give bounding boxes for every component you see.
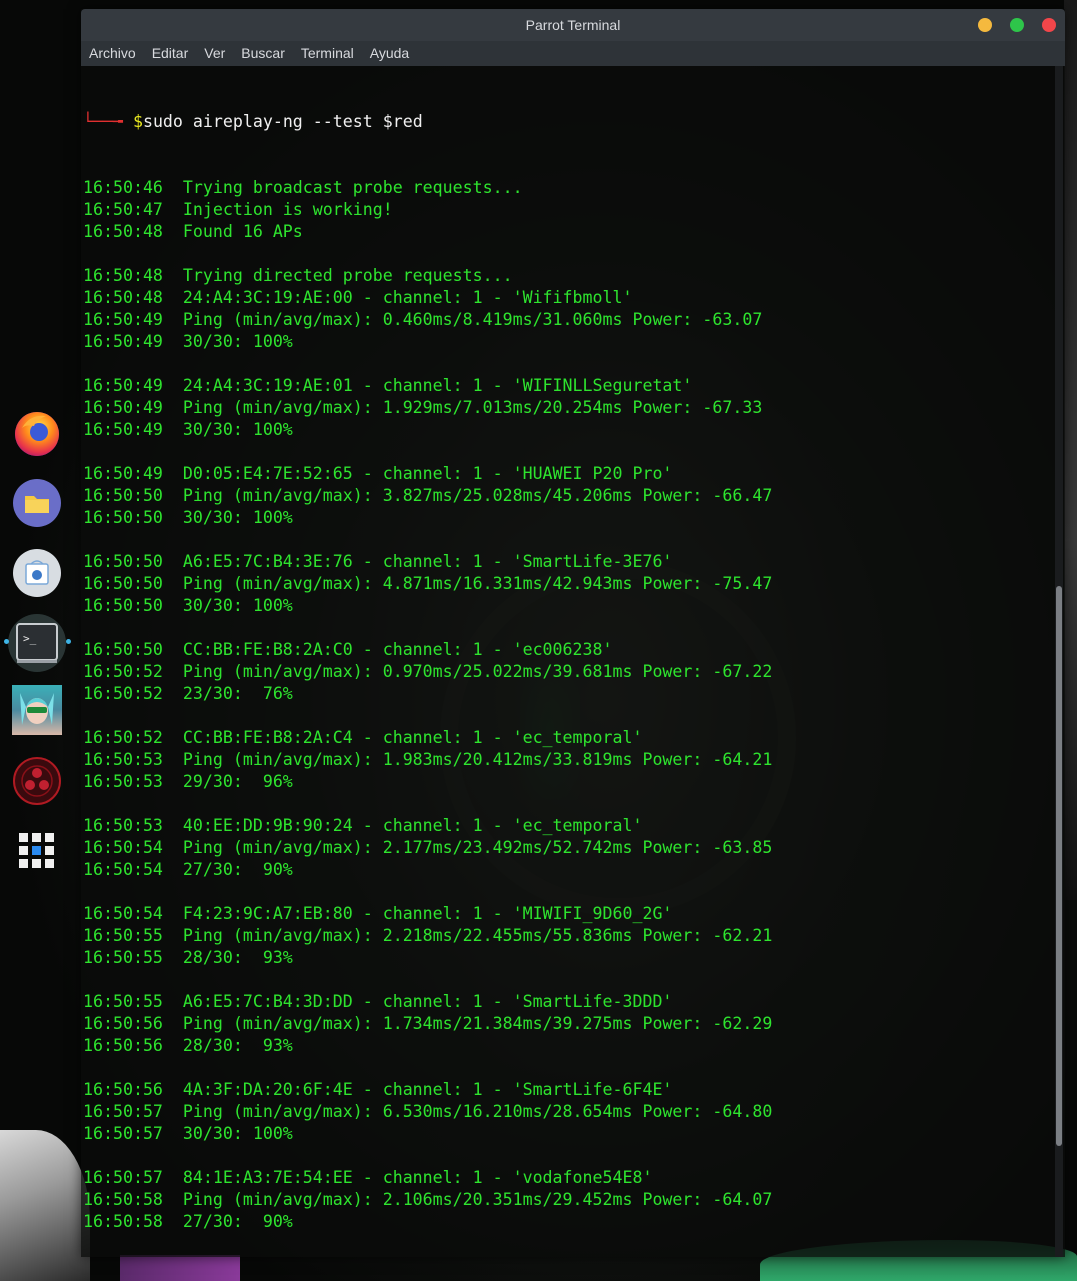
terminal-lines: └──╼ $sudo aireplay-ng --test $red 16:50… bbox=[83, 67, 772, 1257]
desktop: >_ Parrot Terminal Archivo Editar Ver Bu… bbox=[0, 0, 1077, 1281]
terminal-line: 16:50:53 40:EE:DD:9B:90:24 - channel: 1 … bbox=[83, 816, 643, 835]
terminal-line: 16:50:58 A6:E5:7C:B4:3C:D6 - channel: 1 … bbox=[83, 1255, 772, 1257]
terminal-line: 16:50:53 29/30: 96% bbox=[83, 772, 293, 791]
terminal-line: 16:50:49 30/30: 100% bbox=[83, 332, 293, 351]
dock-item-app-grid[interactable] bbox=[10, 824, 64, 878]
terminal-line: 16:50:52 Ping (min/avg/max): 0.970ms/25.… bbox=[83, 662, 773, 681]
terminal-line: 16:50:54 Ping (min/avg/max): 2.177ms/23.… bbox=[83, 838, 773, 857]
terminal-line: 16:50:56 Ping (min/avg/max): 1.734ms/21.… bbox=[83, 1014, 773, 1033]
menu-ayuda[interactable]: Ayuda bbox=[362, 41, 417, 66]
scrollbar[interactable] bbox=[1055, 66, 1063, 1257]
terminal-line: 16:50:58 Ping (min/avg/max): 2.106ms/20.… bbox=[83, 1190, 773, 1209]
title-bar[interactable]: Parrot Terminal bbox=[81, 9, 1065, 41]
terminal-line: 16:50:50 30/30: 100% bbox=[83, 596, 293, 615]
terminal-line: 16:50:55 28/30: 93% bbox=[83, 948, 293, 967]
active-indicator-right bbox=[66, 639, 71, 644]
terminal-line: 16:50:57 30/30: 100% bbox=[83, 1124, 293, 1143]
terminal-line: 16:50:48 Trying directed probe requests.… bbox=[83, 266, 513, 285]
dock-item-firefox[interactable] bbox=[10, 406, 64, 460]
app-grid-icon bbox=[19, 833, 54, 868]
scrollbar-thumb[interactable] bbox=[1056, 586, 1062, 1146]
terminal-line: 16:50:49 Ping (min/avg/max): 0.460ms/8.4… bbox=[83, 310, 763, 329]
terminal-line: 16:50:57 84:1E:A3:7E:54:EE - channel: 1 … bbox=[83, 1168, 653, 1187]
firefox-icon bbox=[15, 412, 59, 456]
terminal-line: 16:50:50 Ping (min/avg/max): 3.827ms/25.… bbox=[83, 486, 773, 505]
dock: >_ bbox=[0, 398, 76, 888]
menu-buscar[interactable]: Buscar bbox=[233, 41, 293, 66]
menu-ver[interactable]: Ver bbox=[196, 41, 233, 66]
wallpaper-figure bbox=[0, 1130, 90, 1281]
terminal-line: 16:50:49 24:A4:3C:19:AE:01 - channel: 1 … bbox=[83, 376, 693, 395]
files-icon bbox=[13, 479, 61, 527]
terminal-output[interactable]: └──╼ $sudo aireplay-ng --test $red 16:50… bbox=[81, 66, 1053, 1257]
terminal-line: 16:50:50 CC:BB:FE:B8:2A:C0 - channel: 1 … bbox=[83, 640, 613, 659]
terminal-line: 16:50:54 F4:23:9C:A7:EB:80 - channel: 1 … bbox=[83, 904, 673, 923]
svg-text:>_: >_ bbox=[23, 632, 37, 645]
terminal-line: 16:50:56 28/30: 93% bbox=[83, 1036, 293, 1055]
terminal-icon: >_ bbox=[16, 623, 58, 663]
wallpaper-edge bbox=[1064, 0, 1077, 900]
dock-item-software-store[interactable] bbox=[10, 546, 64, 600]
active-indicator-left bbox=[4, 639, 9, 644]
terminal-line: 16:50:50 A6:E5:7C:B4:3E:76 - channel: 1 … bbox=[83, 552, 673, 571]
prompt-command: sudo aireplay-ng --test $red bbox=[142, 112, 423, 131]
window-title: Parrot Terminal bbox=[525, 17, 621, 33]
prompt-arrow: └──╼ bbox=[83, 112, 133, 131]
terminal-line: 16:50:55 A6:E5:7C:B4:3D:DD - channel: 1 … bbox=[83, 992, 673, 1011]
dock-item-user[interactable] bbox=[12, 685, 62, 735]
dock-item-files[interactable] bbox=[10, 476, 64, 530]
terminal-line: 16:50:54 27/30: 90% bbox=[83, 860, 293, 879]
close-button[interactable] bbox=[1042, 18, 1056, 32]
terminal-line: 16:50:50 30/30: 100% bbox=[83, 508, 293, 527]
terminal-line: 16:50:49 Ping (min/avg/max): 1.929ms/7.0… bbox=[83, 398, 763, 417]
terminal-line: 16:50:52 23/30: 76% bbox=[83, 684, 293, 703]
menu-archivo[interactable]: Archivo bbox=[81, 41, 144, 66]
terminal-line: 16:50:58 27/30: 90% bbox=[83, 1212, 293, 1231]
maximize-button[interactable] bbox=[1010, 18, 1024, 32]
terminal-line: 16:50:56 4A:3F:DA:20:6F:4E - channel: 1 … bbox=[83, 1080, 673, 1099]
terminal-line: 16:50:49 30/30: 100% bbox=[83, 420, 293, 439]
menu-terminal[interactable]: Terminal bbox=[293, 41, 362, 66]
terminal-line: 16:50:52 CC:BB:FE:B8:2A:C4 - channel: 1 … bbox=[83, 728, 643, 747]
dock-item-parrot[interactable] bbox=[10, 754, 64, 808]
menu-bar: Archivo Editar Ver Buscar Terminal Ayuda bbox=[81, 41, 1065, 66]
terminal-line: 16:50:49 D0:05:E4:7E:52:65 - channel: 1 … bbox=[83, 464, 673, 483]
dock-item-terminal[interactable]: >_ bbox=[8, 614, 66, 672]
terminal-line: 16:50:48 24:A4:3C:19:AE:00 - channel: 1 … bbox=[83, 288, 633, 307]
menu-editar[interactable]: Editar bbox=[144, 41, 197, 66]
terminal-line: 16:50:47 Injection is working! bbox=[83, 200, 393, 219]
terminal-line: 16:50:55 Ping (min/avg/max): 2.218ms/22.… bbox=[83, 926, 773, 945]
terminal-line: 16:50:57 Ping (min/avg/max): 6.530ms/16.… bbox=[83, 1102, 773, 1121]
terminal-line: 16:50:48 Found 16 APs bbox=[83, 222, 303, 241]
prompt-line: └──╼ $sudo aireplay-ng --test $red bbox=[83, 111, 772, 133]
prompt-dollar: $ bbox=[132, 112, 143, 131]
terminal-line: 16:50:53 Ping (min/avg/max): 1.983ms/20.… bbox=[83, 750, 773, 769]
terminal-window: Parrot Terminal Archivo Editar Ver Busca… bbox=[81, 9, 1065, 1257]
user-avatar-icon bbox=[20, 693, 54, 725]
parrot-logo-icon bbox=[13, 757, 61, 805]
wallpaper-accent bbox=[120, 1255, 240, 1281]
minimize-button[interactable] bbox=[978, 18, 992, 32]
terminal-line: 16:50:46 Trying broadcast probe requests… bbox=[83, 178, 523, 197]
terminal-line: 16:50:50 Ping (min/avg/max): 4.871ms/16.… bbox=[83, 574, 773, 593]
software-store-icon bbox=[13, 549, 61, 597]
